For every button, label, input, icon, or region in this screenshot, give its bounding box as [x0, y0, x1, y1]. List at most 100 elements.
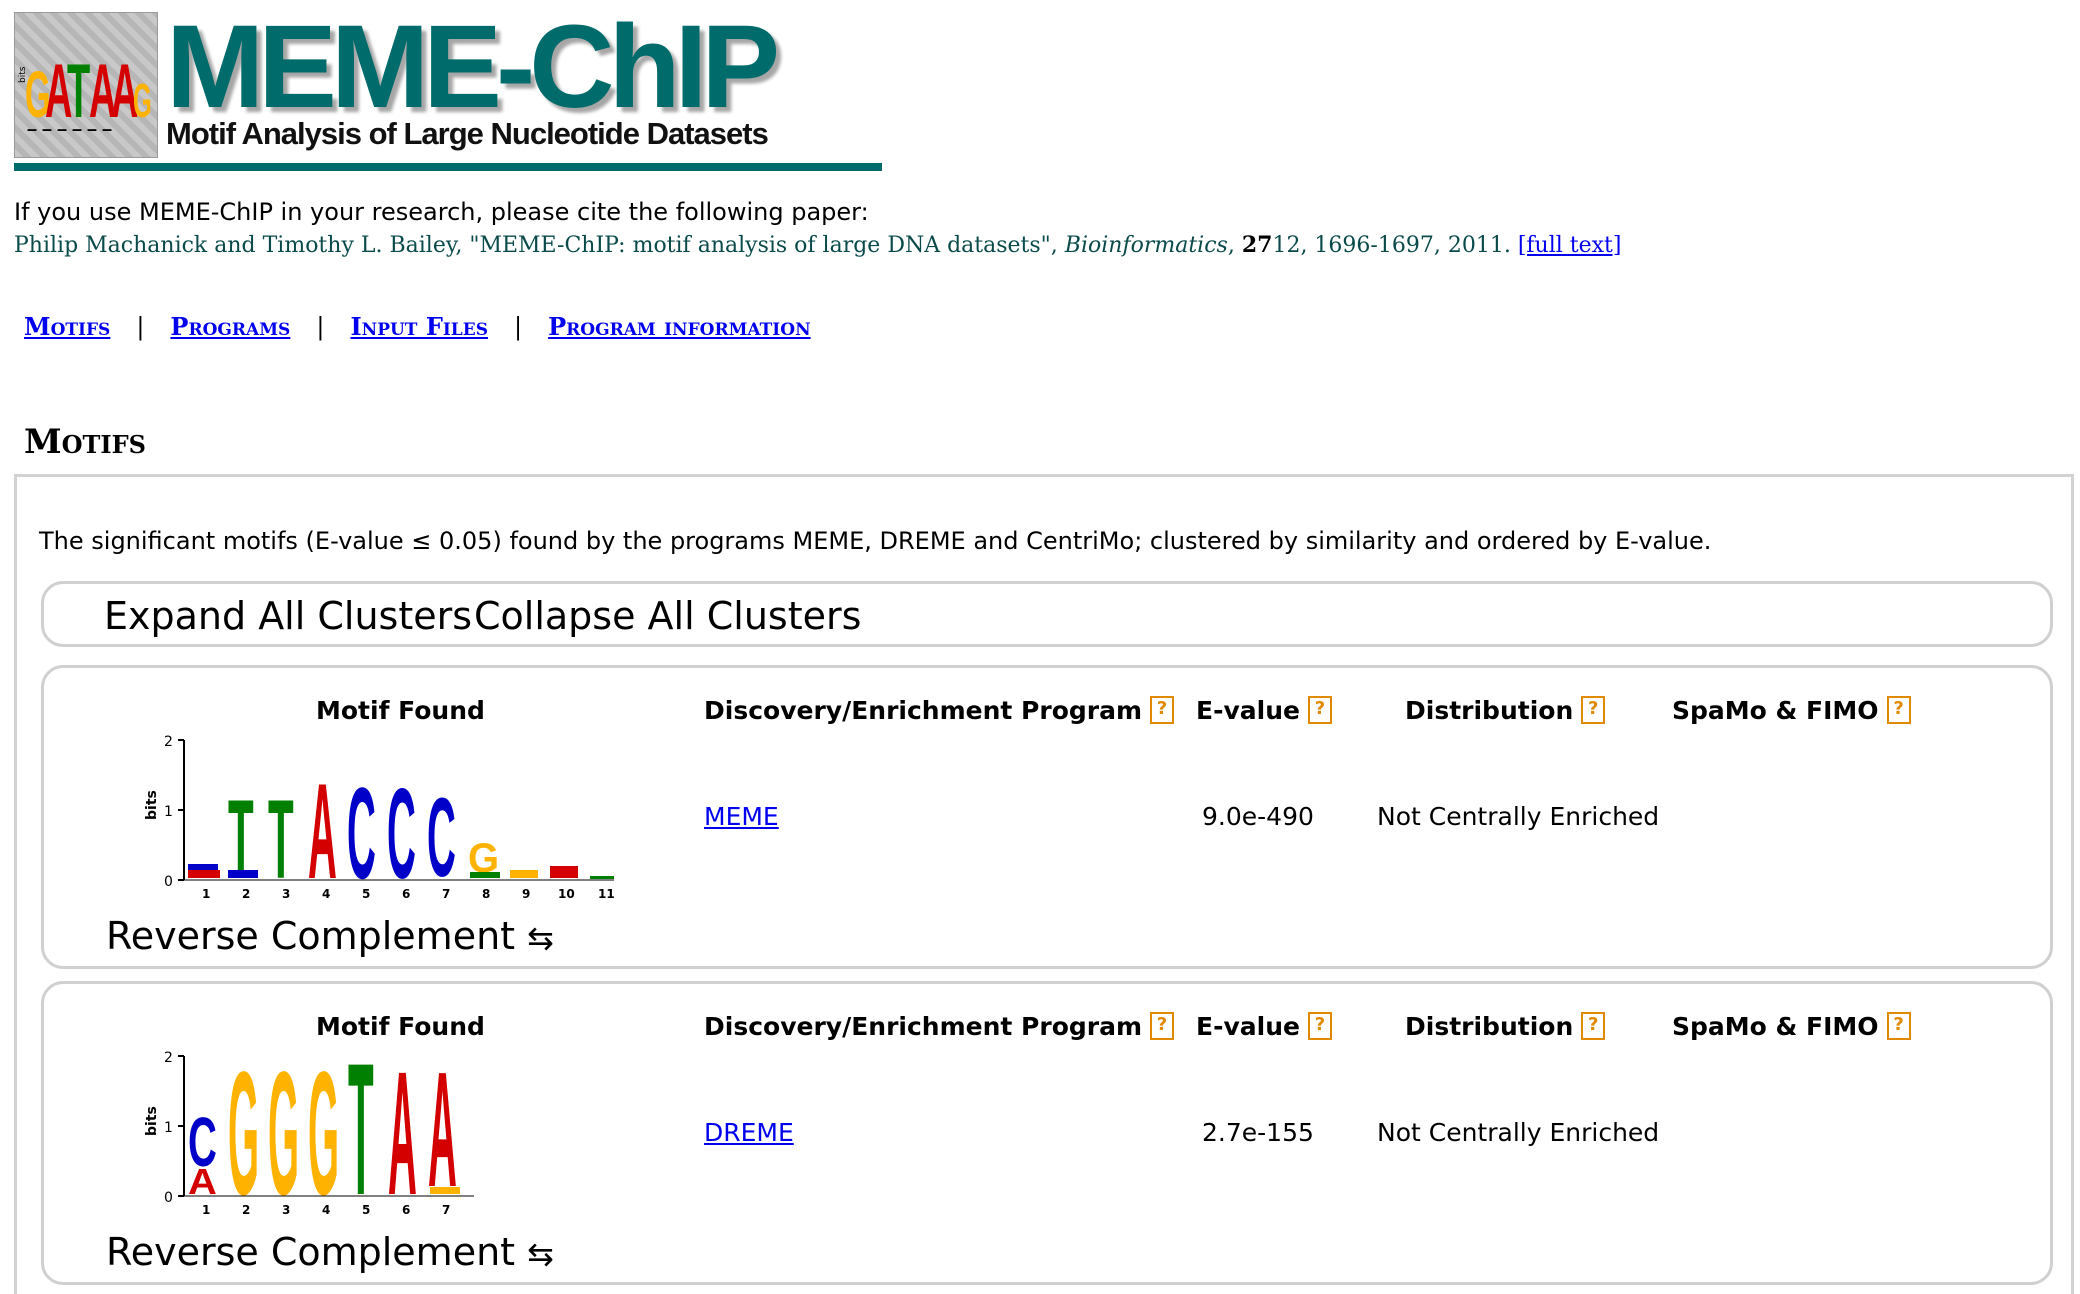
logo-letter-A: A [308, 756, 337, 908]
logo-position-label: 9 [522, 887, 530, 901]
logo-letter-stack [470, 872, 500, 878]
logo-ytick: 2 [164, 1050, 173, 1066]
motifs-panel: The significant motifs (E-value ≤ 0.05) … [14, 474, 2074, 1294]
reverse-complement-label: Reverse Complement [106, 1230, 516, 1274]
spamo-fimo-header-label: SpaMo & FIMO [1672, 696, 1879, 725]
evalue-header: E-value? [1196, 1012, 1332, 1041]
logo-position-label: 2 [242, 887, 250, 901]
citation: If you use MEME-ChIP in your research, p… [14, 198, 1621, 258]
distribution-header: Distribution? [1405, 1012, 1606, 1041]
reverse-complement-label: Reverse Complement [106, 914, 516, 958]
help-icon[interactable]: ? [1150, 1012, 1175, 1040]
logo-position-label: 5 [362, 887, 370, 901]
logo-letter-G: G [228, 1036, 259, 1226]
evalue-header-label: E-value [1196, 696, 1300, 725]
help-icon[interactable]: ? [1307, 1012, 1332, 1040]
logo-letter-stack [550, 866, 578, 878]
citation-issue-pages: 12, 1696-1697, 2011. [1272, 233, 1511, 258]
svg-text:– – – – – –: – – – – – – [27, 119, 112, 139]
logo-letter-A: A [388, 1036, 417, 1226]
logo-letter-A: A [428, 1039, 457, 1222]
logo-position-label: 3 [282, 887, 290, 901]
citation-intro: If you use MEME-ChIP in your research, p… [14, 198, 869, 226]
logo-letter-C: C [188, 1103, 217, 1182]
collapse-all-clusters-button[interactable]: Collapse All Clusters [474, 594, 861, 638]
swap-arrows-icon: ⇆ [527, 1235, 554, 1273]
motif-cluster: Motif Found Discovery/Enrichment Program… [41, 665, 2053, 969]
nav-motifs-link[interactable]: Motifs [24, 312, 110, 341]
help-icon[interactable]: ? [1150, 696, 1175, 724]
logo-position-label: 1 [202, 1203, 210, 1217]
program-header-label: Discovery/Enrichment Program [704, 1012, 1143, 1041]
logo-position-label: 2 [242, 1203, 250, 1217]
logo-position-label: 10 [558, 887, 575, 901]
logo-letter-T: T [228, 776, 254, 902]
distribution-header-label: Distribution [1405, 696, 1574, 725]
program-link[interactable]: DREME [704, 1118, 794, 1147]
svg-text:bits: bits [18, 66, 28, 83]
logo-position-label: 3 [282, 1203, 290, 1217]
spamo-fimo-header-label: SpaMo & FIMO [1672, 1012, 1879, 1041]
citation-volume: 27 [1241, 232, 1273, 258]
sequence-logo: 2 1 0 bits A C G G G T A A 1 2 3 4 5 6 7 [144, 1036, 474, 1226]
help-icon[interactable]: ? [1307, 696, 1332, 724]
citation-journal: Bioinformatics [1064, 233, 1228, 258]
citation-reference: Philip Machanick and Timothy L. Bailey, … [14, 232, 1622, 258]
logo-position-label: 8 [482, 887, 490, 901]
nav-separator: | [514, 313, 523, 341]
header: G A T A A G – – – – – – bits MEME-ChIP M… [14, 8, 884, 172]
help-icon[interactable]: ? [1581, 1012, 1606, 1040]
program-header: Discovery/Enrichment Program? [704, 696, 1175, 725]
distribution-header: Distribution? [1405, 696, 1606, 725]
expand-all-clusters-button[interactable]: Expand All Clusters [104, 594, 472, 638]
distribution-value: Not Centrally Enriched [1377, 802, 1660, 831]
logo-letter-stack [228, 870, 258, 878]
logo-ytick: 0 [164, 1190, 173, 1206]
help-icon[interactable]: ? [1581, 696, 1606, 724]
spamo-fimo-header: SpaMo & FIMO? [1672, 696, 1911, 725]
logo-position-label: 4 [322, 1203, 330, 1217]
cluster-controls: Expand All Clusters Collapse All Cluster… [41, 581, 2053, 647]
section-nav: Motifs | Programs | Input Files | Program info… [24, 312, 811, 341]
help-icon[interactable]: ? [1886, 1012, 1911, 1040]
motifs-section-title: Motifs [24, 422, 146, 462]
citation-authors: Philip Machanick and Timothy L. Bailey, … [14, 233, 1065, 258]
logo-position-label: 5 [362, 1203, 370, 1217]
nav-programs-link[interactable]: Programs [170, 312, 290, 341]
page-subtitle: Motif Analysis of Large Nucleotide Datas… [166, 116, 769, 151]
logo-position-label: 7 [442, 1203, 450, 1217]
evalue-header: E-value? [1196, 696, 1332, 725]
program-link[interactable]: MEME [704, 802, 779, 831]
logo-position-label: 7 [442, 887, 450, 901]
logo-ylabel: bits [144, 1106, 160, 1136]
logo-letter-T: T [348, 1036, 374, 1226]
logo-ytick: 1 [164, 1120, 173, 1136]
nav-separator: | [316, 313, 325, 341]
evalue-value: 9.0e-490 [1202, 802, 1314, 831]
logo-ytick: 2 [164, 734, 173, 750]
motif-cluster: Motif Found Discovery/Enrichment Program… [41, 981, 2053, 1285]
nav-program-information-link[interactable]: Program information [548, 312, 811, 341]
logo-letter-C: C [347, 762, 376, 907]
reverse-complement-toggle[interactable]: Reverse Complement ⇆ [106, 914, 554, 958]
spamo-fimo-header: SpaMo & FIMO? [1672, 1012, 1911, 1041]
svg-text:G: G [133, 75, 152, 128]
nav-input-files-link[interactable]: Input Files [350, 312, 488, 341]
meme-chip-logo-icon: G A T A A G – – – – – – bits [14, 12, 158, 158]
distribution-header-label: Distribution [1405, 1012, 1574, 1041]
swap-arrows-icon: ⇆ [527, 919, 554, 957]
evalue-header-label: E-value [1196, 1012, 1300, 1041]
full-text-link[interactable]: [full text] [1518, 233, 1622, 258]
logo-ytick: 0 [164, 874, 173, 890]
reverse-complement-toggle[interactable]: Reverse Complement ⇆ [106, 1230, 554, 1274]
program-header: Discovery/Enrichment Program? [704, 1012, 1175, 1041]
logo-position-label: 6 [402, 887, 410, 901]
logo-letter-C: C [387, 763, 416, 906]
logo-letter-stack [188, 864, 218, 870]
logo-letter-G: G [308, 1036, 339, 1226]
evalue-value: 2.7e-155 [1202, 1118, 1314, 1147]
logo-letter-stack [590, 876, 614, 879]
help-icon[interactable]: ? [1886, 696, 1911, 724]
logo-ytick: 1 [164, 804, 173, 820]
header-divider [14, 163, 882, 171]
